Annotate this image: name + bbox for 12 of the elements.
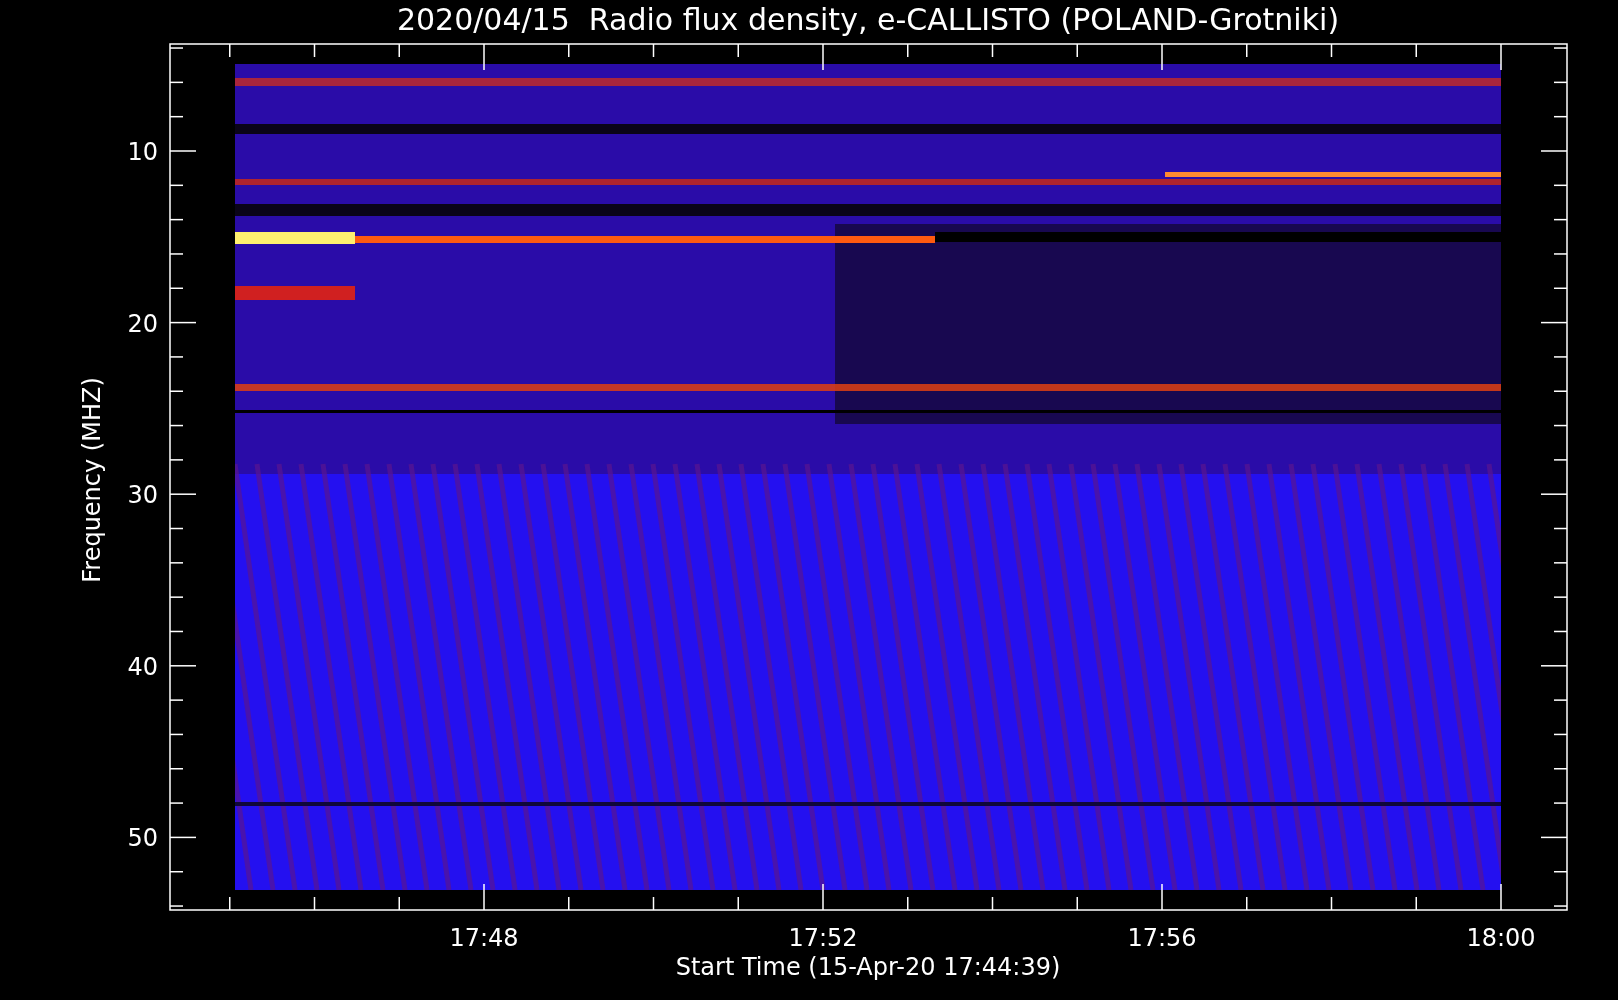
axis-title: Start Time (15-Apr-20 17:44:39): [675, 953, 1061, 981]
tick-label: 17:52: [788, 924, 858, 952]
tick-label: 17:56: [1127, 924, 1197, 952]
axis-title: Frequency (MHZ): [78, 377, 106, 583]
tick-label: 10: [127, 138, 158, 166]
tick-label: 20: [127, 309, 158, 338]
tick-label: 17:48: [449, 924, 519, 952]
tick-label: 30: [127, 481, 158, 510]
tick-label: 50: [127, 824, 158, 853]
tick-label: 18:00: [1466, 924, 1536, 952]
chart-title: 2020/04/15 Radio flux density, e-CALLISTO (POLAND-Grotniki): [396, 2, 1340, 37]
tick-label: 40: [127, 652, 158, 681]
